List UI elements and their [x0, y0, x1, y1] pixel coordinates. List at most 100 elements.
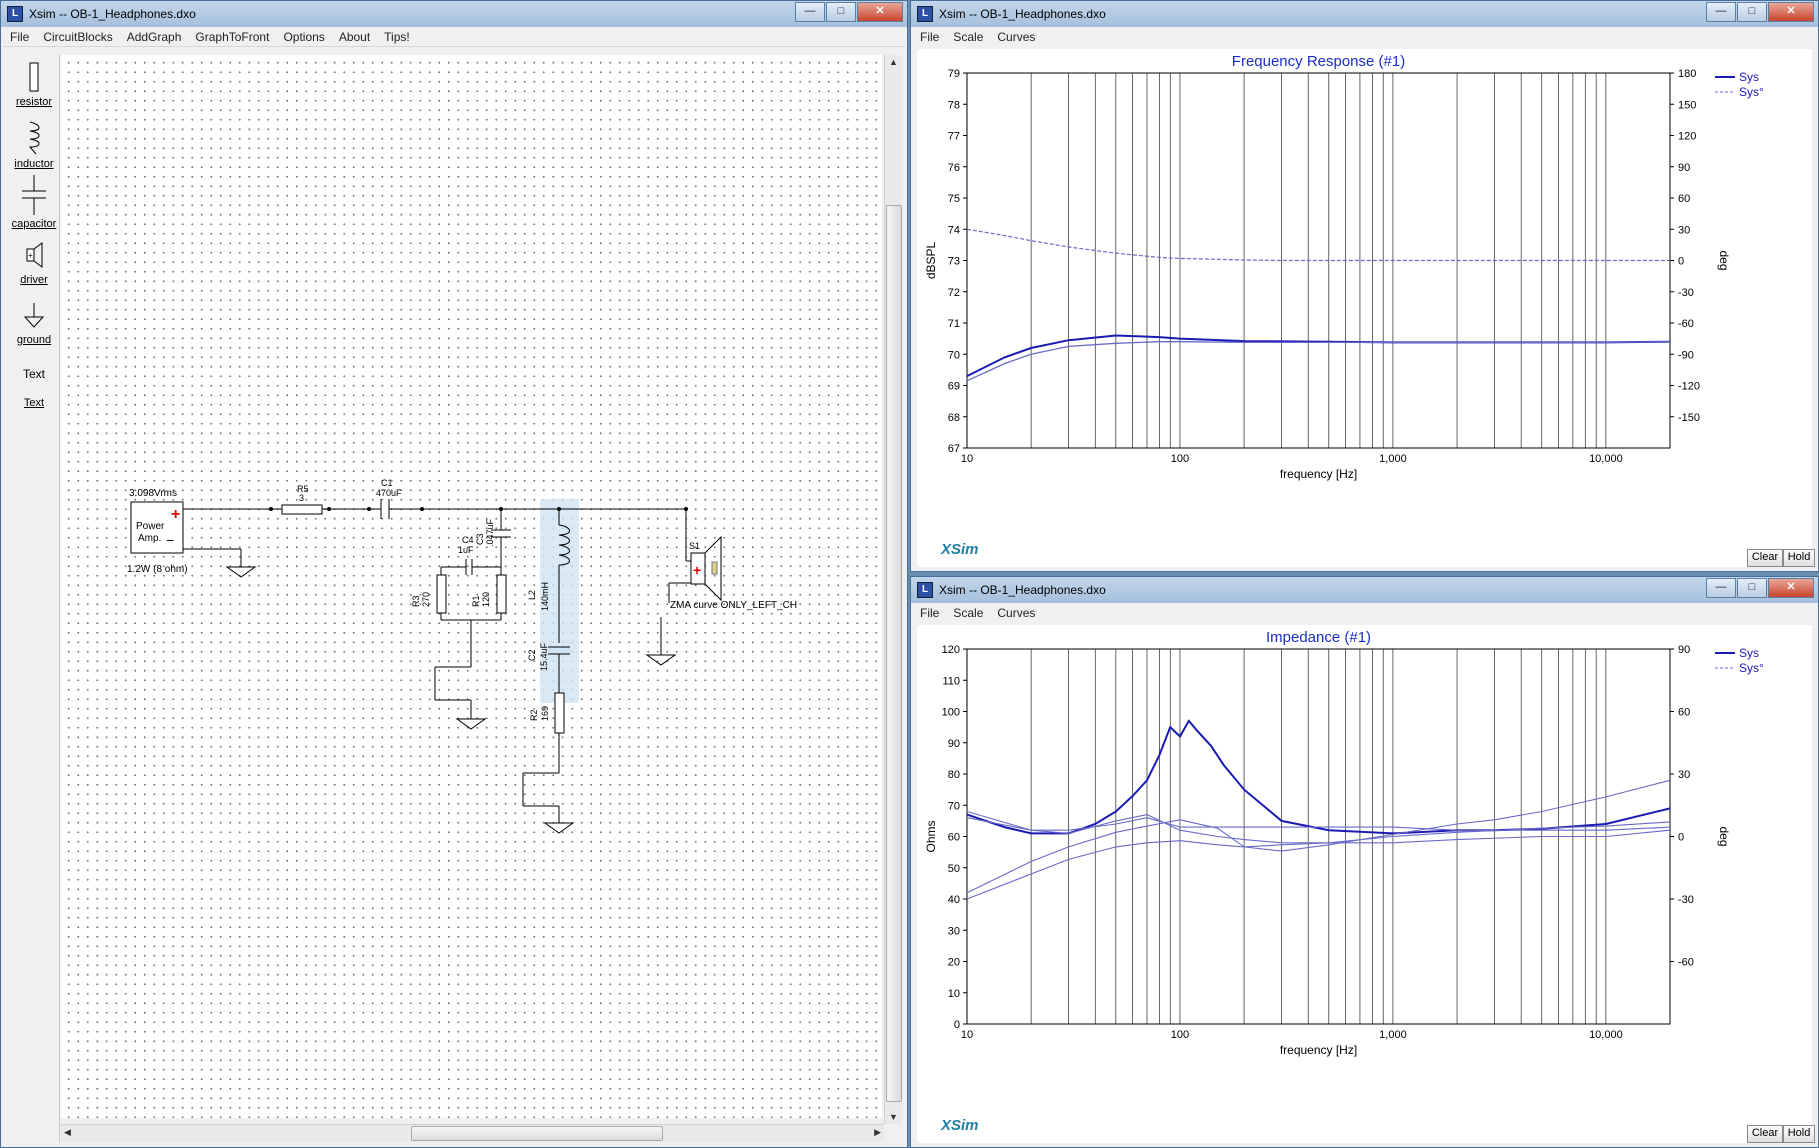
y2-tick-label: 30 [1678, 769, 1690, 781]
maximize-button[interactable]: □ [826, 2, 856, 22]
graph-titlebar[interactable]: L Xsim -- OB-1_Headphones.dxo — □ ✕ [911, 577, 1818, 603]
schematic-titlebar[interactable]: L Xsim -- OB-1_Headphones.dxo — □ ✕ [1, 1, 907, 27]
maximize-button[interactable]: □ [1737, 2, 1767, 22]
y-tick-label: 60 [948, 832, 960, 844]
y2-tick-label: -90 [1678, 349, 1694, 361]
y-tick-label: 79 [948, 68, 960, 80]
schematic-canvas[interactable]: + − 3.098Vrms Power Amp. 1.2W (8 ohm) R5… [61, 55, 882, 1118]
horizontal-scrollbar[interactable]: ◀ ▶ [61, 1124, 884, 1142]
r2-resistor [554, 692, 565, 734]
x-axis-label: frequency [Hz] [1280, 1043, 1357, 1057]
r5-value: 3 [299, 493, 304, 503]
close-button[interactable]: ✕ [857, 2, 903, 22]
r1-name: R1 [471, 595, 481, 607]
menu-scale[interactable]: Scale [946, 28, 990, 46]
tool-ground[interactable]: ground [9, 303, 59, 346]
menu-curves[interactable]: Curves [990, 28, 1042, 46]
xsim-logo: XSim [941, 541, 979, 558]
impedance-window: L Xsim -- OB-1_Headphones.dxo — □ ✕ File… [910, 576, 1819, 1148]
menu-bar: File Scale Curves [913, 604, 1816, 622]
menu-scale[interactable]: Scale [946, 604, 990, 622]
schematic-window: L Xsim -- OB-1_Headphones.dxo — □ ✕ File… [0, 0, 908, 1148]
scrollbar-thumb[interactable] [886, 205, 902, 1102]
tool-label: Text [23, 397, 45, 409]
y-tick-label: 120 [942, 644, 960, 656]
menu-file[interactable]: File [3, 28, 36, 46]
y-tick-label: 69 [948, 381, 960, 393]
graph-panel: 0 10 20 30 40 50 60 70 80 90 100 110 120 -60 -30 0 30 60 9… [917, 625, 1815, 1143]
y-tick-label: 78 [948, 99, 960, 111]
y-tick-label: 20 [948, 957, 960, 969]
legend-label: Sys° [1739, 85, 1764, 99]
app-icon: L [917, 6, 933, 22]
tool-label: driver [20, 274, 48, 286]
tool-text[interactable]: Text [9, 367, 59, 381]
y2-tick-label: 120 [1678, 131, 1696, 143]
y-tick-label: 71 [948, 318, 960, 330]
menu-addgraph[interactable]: AddGraph [120, 28, 189, 46]
maximize-button[interactable]: □ [1737, 578, 1767, 598]
svg-text:+: + [28, 251, 33, 260]
r1-value: 120 [481, 592, 491, 607]
y-tick-label: 50 [948, 863, 960, 875]
ground-icon [23, 303, 45, 328]
tool-resistor[interactable]: resistor [9, 61, 59, 108]
minimize-button[interactable]: — [1706, 2, 1736, 22]
tool-label: capacitor [11, 218, 57, 230]
r1-resistor [496, 574, 507, 614]
y-tick-label: 90 [948, 738, 960, 750]
menu-file[interactable]: File [913, 604, 946, 622]
c2-name: C2 [527, 649, 537, 661]
source-power-label: 1.2W (8 ohm) [127, 564, 188, 575]
minimize-button[interactable]: — [1706, 578, 1736, 598]
tool-inductor[interactable]: inductor [9, 121, 59, 170]
s1-curve-label: ZMA curve ONLY_LEFT_CH [670, 600, 797, 611]
menu-about[interactable]: About [332, 28, 377, 46]
menu-file[interactable]: File [913, 28, 946, 46]
graph-titlebar[interactable]: L Xsim -- OB-1_Headphones.dxo — □ ✕ [911, 1, 1818, 27]
inductor-icon [28, 121, 40, 155]
x-tick-label: 100 [1171, 453, 1189, 465]
hold-button[interactable]: Hold [1783, 1125, 1815, 1143]
y-tick-label: 74 [948, 224, 960, 236]
y2-tick-label: 150 [1678, 99, 1696, 111]
tool-text-underlined[interactable]: Text [9, 397, 59, 409]
graph-panel: 67 68 69 70 71 72 73 74 75 76 77 78 79 -150 -120 -90 -60… [917, 49, 1815, 567]
vertical-scrollbar[interactable]: ▲ ▼ [884, 55, 902, 1124]
chart-title: Impedance (#1) [1266, 629, 1371, 646]
y-tick-label: 70 [948, 349, 960, 361]
c3-name: C3 [475, 533, 485, 545]
tool-label: inductor [14, 158, 54, 170]
minimize-button[interactable]: — [795, 2, 825, 22]
y-tick-label: 40 [948, 894, 960, 906]
menu-graphtofront[interactable]: GraphToFront [188, 28, 276, 46]
tool-label: Text [22, 367, 45, 381]
menu-options[interactable]: Options [276, 28, 331, 46]
resistor-icon [29, 62, 39, 92]
tool-driver[interactable]: + driver [9, 241, 59, 286]
close-button[interactable]: ✕ [1768, 2, 1814, 22]
r2-name: R2 [529, 709, 539, 721]
clear-button[interactable]: Clear [1747, 1125, 1783, 1143]
y-tick-label: 75 [948, 193, 960, 205]
app-icon: L [7, 6, 23, 22]
menu-curves[interactable]: Curves [990, 604, 1042, 622]
c4-name: C4 [462, 535, 474, 545]
menu-circuitblocks[interactable]: CircuitBlocks [36, 28, 119, 46]
scrollbar-thumb[interactable] [411, 1126, 663, 1141]
hold-button[interactable]: Hold [1783, 549, 1815, 567]
capacitor-icon [22, 175, 46, 215]
c1-name: C1 [381, 478, 393, 488]
tool-capacitor[interactable]: capacitor [9, 175, 59, 230]
c1-gap [381, 500, 389, 518]
clear-button[interactable]: Clear [1747, 549, 1783, 567]
c1-value: 470uF [376, 488, 402, 498]
y2-tick-label: 60 [1678, 193, 1690, 205]
x-tick-label: 10 [961, 453, 973, 465]
l2-value: 140mH [540, 582, 550, 611]
menu-tips[interactable]: Tips! [377, 28, 417, 46]
c3-value: .047uF [485, 518, 495, 547]
y2-tick-label: 90 [1678, 644, 1690, 656]
close-button[interactable]: ✕ [1768, 578, 1814, 598]
app-icon: L [917, 582, 933, 598]
